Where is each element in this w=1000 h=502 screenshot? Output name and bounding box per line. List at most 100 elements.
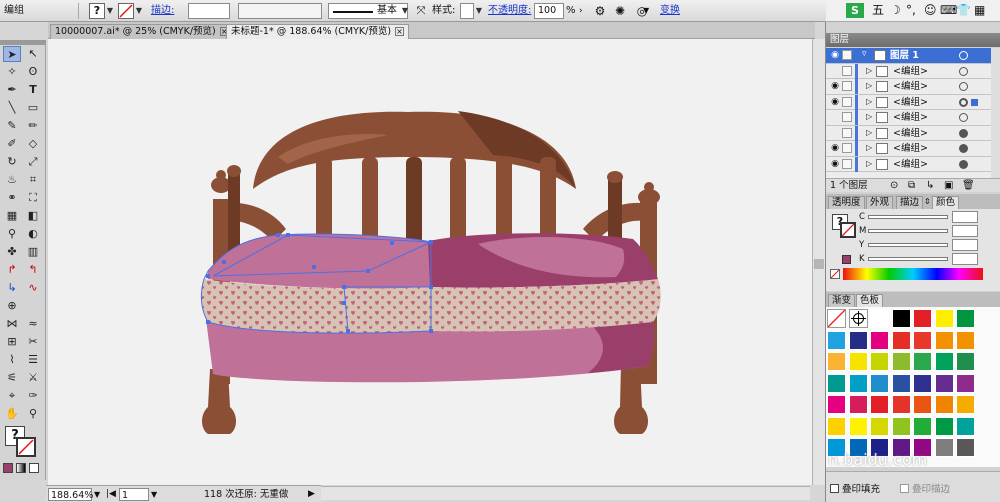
gradient-mode-icon[interactable] (16, 463, 26, 473)
tab-arrows-icon[interactable]: ⇕ (924, 197, 931, 206)
new-layer-icon[interactable]: ▣ (944, 179, 953, 193)
type-tool-icon[interactable]: T (24, 82, 42, 98)
overprint-fill-checkbox[interactable] (830, 484, 839, 493)
status-menu-icon[interactable]: ▶ (308, 488, 315, 501)
color-spectrum-bar[interactable] (843, 268, 983, 280)
swatch[interactable] (934, 309, 954, 328)
delete-layer-icon[interactable]: 🗑 (962, 179, 975, 193)
variable-width-field[interactable] (238, 3, 322, 19)
expand-arrow-icon[interactable]: ▷ (866, 128, 872, 137)
knife-tool-icon[interactable]: ⚔ (24, 370, 42, 386)
sogou-logo-icon[interactable]: S (846, 3, 864, 18)
scissors-tool-icon[interactable]: ✂ (24, 334, 42, 350)
lock-toggle[interactable] (842, 127, 852, 138)
layer-item[interactable]: ▷ <编组> (826, 125, 991, 141)
transform-link[interactable]: 变换 (660, 3, 680, 19)
document-tab-2[interactable]: 未标题-1* @ 188.64% (CMYK/预览) × (226, 24, 410, 39)
layers-scrollbar[interactable] (991, 48, 1000, 178)
swatch[interactable] (956, 309, 975, 328)
swatch[interactable] (913, 352, 932, 371)
keyboard-icon[interactable]: ⌨ (940, 3, 957, 18)
swatch[interactable] (956, 373, 975, 393)
stroke-swatch[interactable] (840, 222, 856, 238)
swatch[interactable] (934, 352, 954, 371)
swatch[interactable] (870, 416, 889, 436)
selection-tool-icon[interactable]: ➤ (3, 46, 21, 62)
rectangle-tool-icon[interactable]: ▭ (24, 100, 42, 116)
swatch[interactable] (956, 395, 975, 414)
swatch[interactable] (827, 352, 846, 371)
swatch[interactable] (848, 330, 868, 350)
opacity-link[interactable]: 不透明度: (488, 3, 531, 19)
swatch[interactable] (848, 395, 868, 414)
layer-item[interactable]: ◉ ▷ <编组> (826, 156, 991, 172)
swatch[interactable] (827, 395, 846, 414)
eye-icon[interactable]: ◉ (829, 50, 841, 61)
fill-question-icon[interactable]: ? (89, 3, 105, 19)
blob-brush-tool-icon[interactable]: ✐ (3, 136, 21, 152)
lock-toggle[interactable] (842, 112, 852, 122)
lock-toggle[interactable] (842, 143, 852, 153)
path-wave-icon[interactable]: ∿ (24, 280, 42, 296)
artboard-canvas[interactable] (48, 39, 812, 485)
first-artboard-icon[interactable]: |◀ (106, 488, 116, 501)
swatch[interactable] (934, 330, 954, 350)
swatch[interactable] (827, 416, 846, 436)
artboard-field[interactable]: 1 (119, 488, 149, 501)
eye-icon[interactable]: ◉ (829, 159, 841, 170)
hand-tool-icon[interactable]: ✋ (3, 406, 21, 422)
curvature-icon[interactable]: ↰ (24, 262, 42, 278)
pencil-tool-icon[interactable]: ✏ (24, 118, 42, 134)
new-sublayer-icon[interactable]: ↳ (926, 179, 934, 193)
overprint-stroke-checkbox[interactable] (900, 484, 909, 493)
grid-icon[interactable]: ▦ (974, 3, 985, 18)
expand-arrow-icon[interactable]: ▷ (866, 81, 872, 90)
chevron-down-icon[interactable]: ▼ (94, 488, 100, 501)
rotate-tool-icon[interactable]: ↻ (3, 154, 21, 170)
opacity-arrow-icon[interactable]: › (579, 3, 588, 19)
document-tab-1[interactable]: 10000007.ai* @ 25% (CMYK/预览) × (50, 24, 234, 39)
swatch[interactable] (827, 330, 846, 350)
swatch[interactable] (848, 373, 868, 393)
eye-icon[interactable]: ◉ (829, 97, 841, 108)
channel-slider[interactable] (868, 215, 948, 219)
scrollbar-thumb[interactable] (814, 259, 824, 269)
target-icon[interactable] (959, 51, 968, 60)
chevron-down-icon[interactable]: ▼ (400, 3, 410, 19)
locate-object-icon[interactable]: ⊙ (890, 179, 898, 193)
anchor-convert-icon[interactable]: ↱ (3, 262, 21, 278)
direct-selection-tool-icon[interactable]: ↖ (24, 46, 42, 62)
target-icon[interactable] (959, 128, 968, 138)
tab-swatches[interactable]: 色板 (856, 294, 884, 307)
crosshair-tool-icon[interactable]: ⊕ (3, 298, 21, 314)
swatch[interactable] (913, 330, 932, 350)
layer-item-label[interactable]: <编组> (893, 158, 928, 171)
swatch[interactable] (956, 416, 975, 436)
lock-toggle[interactable] (842, 50, 852, 60)
slice-tool-icon[interactable]: ⚟ (3, 370, 21, 386)
path-direction-icon[interactable]: ↳ (3, 280, 21, 296)
paintbrush-tool-icon[interactable]: ✎ (3, 118, 21, 134)
mesh-tool-icon[interactable]: ⊞ (3, 334, 21, 350)
eyedropper-tool-icon[interactable]: ⚲ (3, 226, 21, 242)
layer-item-label[interactable]: <编组> (893, 111, 928, 124)
magic-wand-tool-icon[interactable]: ✧ (3, 64, 21, 80)
envelope-tool-icon[interactable]: ≈ (24, 316, 42, 332)
swatch[interactable] (956, 330, 975, 350)
layer-item[interactable]: ◉ ▷ <编组> (826, 94, 991, 110)
expand-arrow-icon[interactable]: ▷ (866, 143, 872, 152)
stroke-link[interactable]: 描边: (151, 3, 174, 19)
layer-item[interactable]: ◉ ▷ <编组> (826, 141, 991, 157)
pen-tool-icon[interactable]: ✒ (3, 82, 21, 98)
channel-value-input[interactable] (952, 253, 978, 265)
last-color-swatch[interactable] (842, 255, 851, 264)
swatch[interactable] (870, 395, 889, 414)
blend-tool-icon[interactable]: ◐ (24, 226, 42, 242)
horizontal-scrollbar[interactable] (320, 486, 810, 500)
layer-name[interactable]: 图层 1 (890, 49, 919, 62)
recolor-icon[interactable]: ⚙ (592, 3, 608, 19)
target-icon[interactable] (959, 82, 968, 91)
isolate-icon[interactable]: ✺ (612, 3, 628, 19)
list-tool-icon[interactable]: ☰ (24, 352, 42, 368)
tab-color[interactable]: 颜色 (932, 196, 960, 209)
